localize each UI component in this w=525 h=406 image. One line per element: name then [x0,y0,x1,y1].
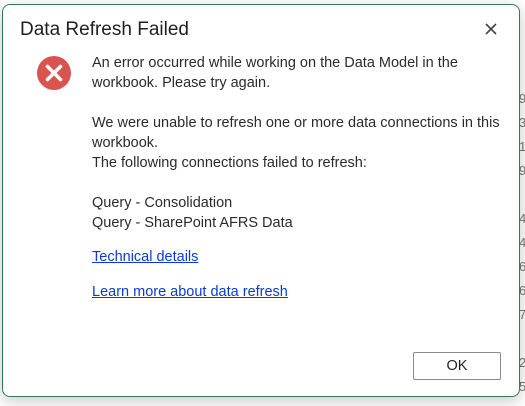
failed-connection-item: Query - SharePoint AFRS Data [92,215,293,231]
error-message-line3: The following connections failed to refr… [92,155,367,171]
failed-connections-list: Query - Consolidation Query - SharePoint… [92,193,502,233]
learn-more-link[interactable]: Learn more about data refresh [92,284,288,300]
error-message: An error occurred while working on the D… [92,53,502,233]
ok-button[interactable]: OK [413,352,501,380]
close-button[interactable] [479,17,503,41]
error-message-line1: An error occurred while working on the D… [92,55,458,91]
technical-details-link[interactable]: Technical details [92,249,198,265]
dialog-title: Data Refresh Failed [20,19,189,40]
data-refresh-failed-dialog: Data Refresh Failed An error occurred wh… [2,4,520,397]
error-message-line2: We were unable to refresh one or more da… [92,115,500,151]
failed-connection-item: Query - Consolidation [92,195,233,211]
error-circle-x-icon [37,56,71,90]
close-icon [485,23,497,35]
